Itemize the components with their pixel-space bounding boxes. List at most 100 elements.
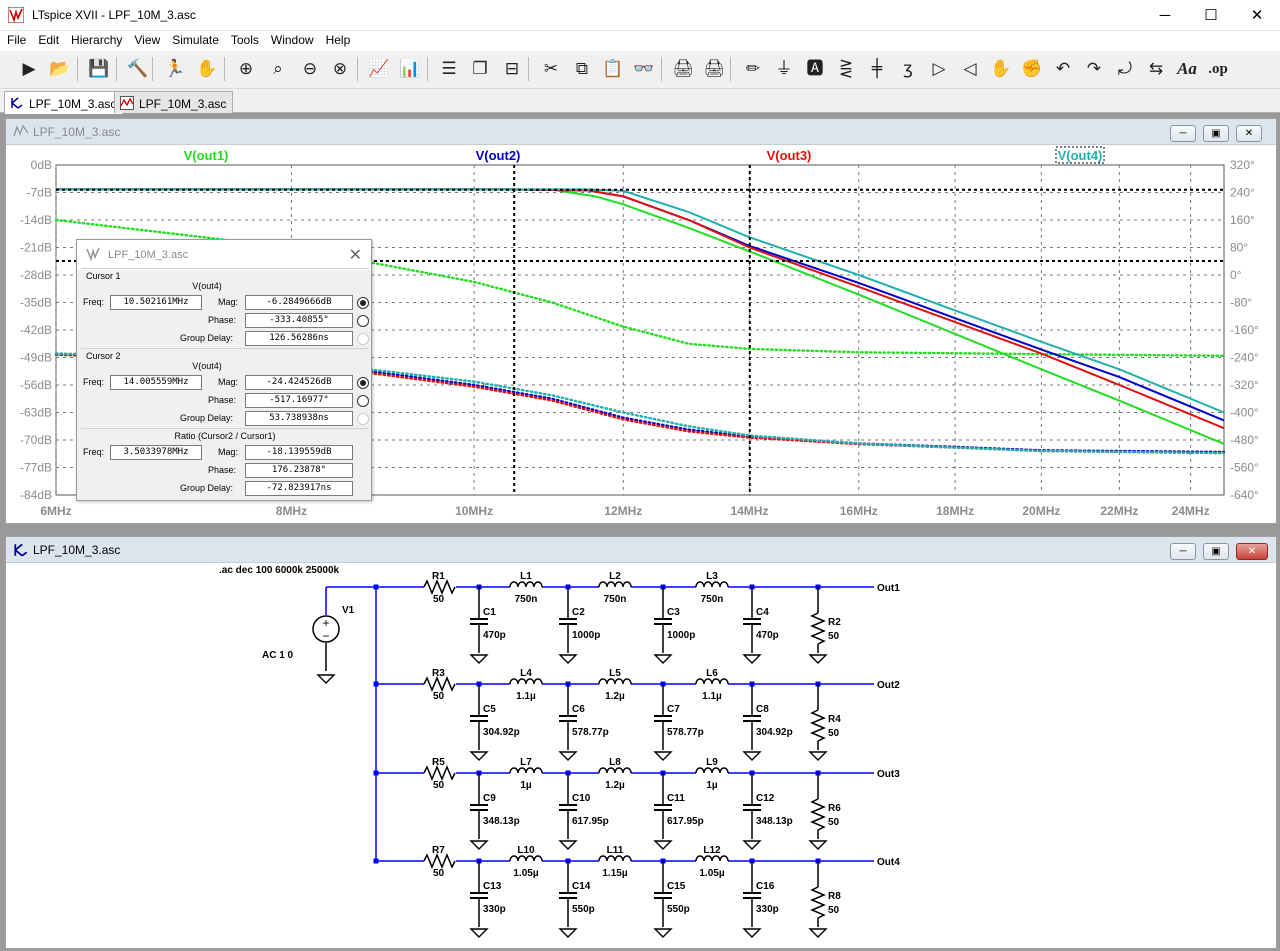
cursor1-radio-mag[interactable] <box>357 297 369 309</box>
pan-hand-button[interactable]: ✋ <box>194 56 220 82</box>
open-button[interactable]: 📂 <box>47 56 73 82</box>
schematic-canvas[interactable]: .ac dec 100 6000k 25000k +− V1 AC 1 0 R1 50 L1… <box>6 563 1276 949</box>
y-tick-label-phase: 0° <box>1230 268 1242 282</box>
cursor1-gd-label: Group Delay: <box>180 333 234 343</box>
wire-button[interactable]: ✏ <box>740 56 766 82</box>
halt-button[interactable]: 🏃 <box>162 56 188 82</box>
ratio-freq-label: Freq: <box>83 447 105 457</box>
plot-settings-button[interactable]: 📊 <box>397 56 423 82</box>
legend-out2: V(out2) <box>476 148 521 163</box>
capacitor-value: 617.95p <box>667 816 704 827</box>
capacitor-value: 330p <box>756 904 779 915</box>
resistor-R4[interactable] <box>810 709 826 742</box>
cursor2-radio-mag[interactable] <box>357 377 369 389</box>
maximize-button[interactable]: ☐ <box>1188 0 1234 31</box>
cursor2-freq-label: Freq: <box>83 377 105 387</box>
resistor-R2[interactable] <box>810 612 826 645</box>
schematic-minimize-button[interactable]: ─ <box>1170 543 1196 560</box>
y-tick-label-db: -35dB <box>20 296 52 310</box>
cursor1-radio-groupdelay[interactable] <box>357 333 369 345</box>
paste-button[interactable]: 📋 <box>600 56 626 82</box>
resistor-R1[interactable] <box>423 579 456 595</box>
mirror-button[interactable]: ⇆ <box>1143 56 1169 82</box>
redo-button[interactable]: ↷ <box>1081 56 1107 82</box>
tile-vertical-button[interactable]: ⊟ <box>499 56 525 82</box>
schematic-close-button[interactable]: ✕ <box>1236 543 1268 560</box>
print-button[interactable]: 🖨 <box>701 56 727 82</box>
component-button[interactable]: ◁ <box>957 56 983 82</box>
menu-window[interactable]: Window <box>264 31 319 47</box>
cut-button[interactable]: ✂ <box>538 56 564 82</box>
waveform-close-button[interactable]: ✕ <box>1236 125 1262 142</box>
menu-simulate[interactable]: Simulate <box>165 31 224 47</box>
x-tick-label: 22MHz <box>1100 504 1138 518</box>
spice-directive-button[interactable]: .op <box>1205 56 1231 82</box>
capacitor-label: C10 <box>572 793 591 804</box>
resistor-R8[interactable] <box>810 886 826 919</box>
inductor-value: 1.05µ <box>699 868 724 879</box>
tab-schematic[interactable]: LPF_10M_3.asc <box>4 91 124 114</box>
save-button[interactable]: 💾 <box>86 56 112 82</box>
resistor-R7[interactable] <box>423 853 456 869</box>
inductor-value: 1.2µ <box>605 780 625 791</box>
autorange-button[interactable]: 📈 <box>366 56 392 82</box>
inductor-label: L9 <box>706 757 718 768</box>
waveform-minimize-button[interactable]: ─ <box>1170 125 1196 142</box>
source-name: V1 <box>342 605 355 616</box>
capacitor-button[interactable]: ╪ <box>864 56 890 82</box>
rotate-button[interactable]: ⤾ <box>1112 56 1138 82</box>
drag-button[interactable]: ✊ <box>1019 56 1045 82</box>
menu-tools[interactable]: Tools <box>224 31 264 47</box>
menu-file[interactable]: File <box>0 31 31 47</box>
resistor-R3[interactable] <box>423 676 456 692</box>
cursor1-radio-phase[interactable] <box>357 315 369 327</box>
ground-button[interactable]: ⏚ <box>771 56 797 82</box>
inductor-button[interactable]: ʒ <box>895 56 921 82</box>
copy-button[interactable]: ⧉ <box>569 56 595 82</box>
capacitor-value: 617.95p <box>572 816 609 827</box>
resistor-R6[interactable] <box>810 798 826 831</box>
menu-view[interactable]: View <box>127 31 165 47</box>
ground-symbol <box>653 840 673 850</box>
cursor2-freq-field[interactable]: 14.005559MHz <box>110 375 202 390</box>
hammer-button[interactable]: 🔨 <box>125 56 151 82</box>
cursor2-radio-phase[interactable] <box>357 395 369 407</box>
find-button[interactable]: 👓 <box>631 56 657 82</box>
cursor2-radio-groupdelay[interactable] <box>357 413 369 425</box>
toolbar: ▶ 📂 💾 🔨 🏃 ✋ ⊕ ⌕ ⊖ ⊗ 📈 📊 ☰ ❐ ⊟ ✂ ⧉ 📋 👓 🖨 🖨 ✏ ⏚ 🅰 ⋛ ╪ ʒ ▷ ◁ ✋ ✊ ↶ ↷ ⤾ ⇆ Aa .op <box>0 51 1280 89</box>
y-tick-label-db: 0dB <box>31 158 52 172</box>
y-tick-label-db: -84dB <box>20 488 52 502</box>
move-button[interactable]: ✋ <box>988 56 1014 82</box>
waveform-restore-button[interactable]: ▣ <box>1203 125 1229 142</box>
schematic-window-titlebar: LPF_10M_3.asc ─ ▣ ✕ <box>6 537 1276 563</box>
close-button[interactable]: ✕ <box>1234 0 1280 31</box>
text-button[interactable]: Aa <box>1174 56 1200 82</box>
cursor-dialog-close-icon[interactable]: ✕ <box>349 245 362 265</box>
zoom-out-button[interactable]: ⊖ <box>297 56 323 82</box>
cascade-button[interactable]: ❐ <box>467 56 493 82</box>
menu-hierarchy[interactable]: Hierarchy <box>64 31 127 47</box>
menu-edit[interactable]: Edit <box>31 31 64 47</box>
ground-symbol <box>808 928 828 938</box>
waveform-icon <box>13 124 29 137</box>
zoom-full-button[interactable]: ⌕ <box>265 56 291 82</box>
print-preview-button[interactable]: 🖨 <box>670 56 696 82</box>
move-icon: ✋ <box>990 59 1012 79</box>
resistor-R5[interactable] <box>423 765 456 781</box>
tile-horizontal-button[interactable]: ☰ <box>436 56 462 82</box>
menu-help[interactable]: Help <box>319 31 356 47</box>
undo-button[interactable]: ↶ <box>1050 56 1076 82</box>
run-button[interactable]: ▶ <box>16 56 42 82</box>
minimize-button[interactable]: ─ <box>1142 0 1188 31</box>
resistor-button[interactable]: ⋛ <box>833 56 859 82</box>
schematic-restore-button[interactable]: ▣ <box>1203 543 1229 560</box>
zoom-in-button[interactable]: ⊕ <box>233 56 259 82</box>
y-tick-label-db: -14dB <box>20 213 52 227</box>
label-button[interactable]: 🅰 <box>802 56 828 82</box>
cursor1-freq-field[interactable]: 10.502161MHz <box>110 295 202 310</box>
diode-button[interactable]: ▷ <box>926 56 952 82</box>
tab-waveform[interactable]: LPF_10M_3.asc <box>114 91 234 113</box>
inductor-value: 1.1µ <box>702 691 722 702</box>
zoom-cancel-button[interactable]: ⊗ <box>327 56 353 82</box>
cursor2-gd-label: Group Delay: <box>180 413 234 423</box>
